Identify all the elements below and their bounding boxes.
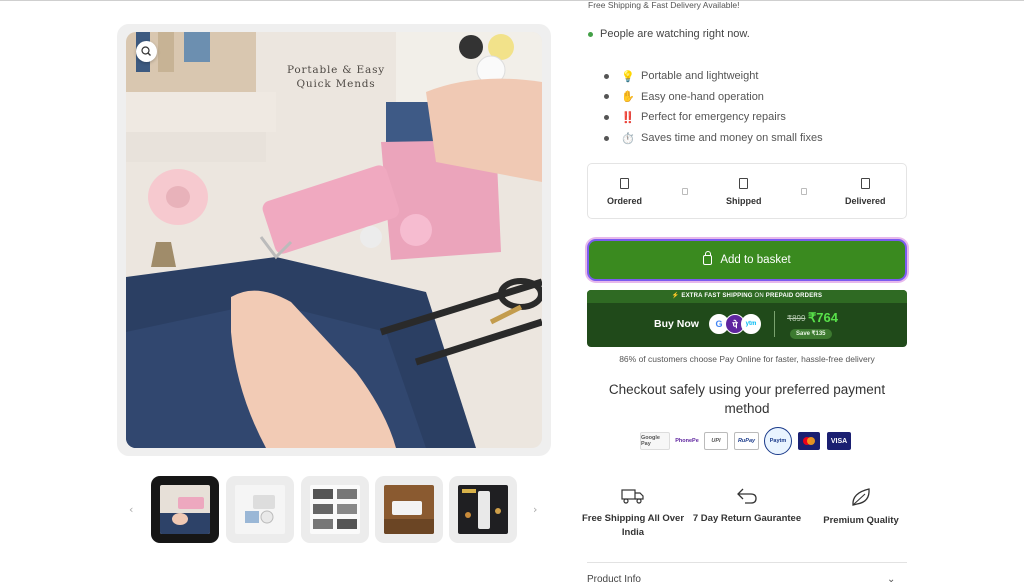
stopwatch-icon: ⏱️ [621,132,635,145]
product-info-toggle[interactable]: Product Info [587,574,641,585]
step-label: Delivered [845,196,886,206]
chevron-down-icon[interactable]: ⌄ [887,574,895,585]
leaf-icon [852,488,870,506]
shopping-bag-icon [703,251,713,265]
top-divider [0,0,1024,1]
price-divider [774,311,775,337]
step-delivered: Delivered [845,178,886,206]
pay-online-note: 86% of customers choose Pay Online for f… [619,354,875,364]
step-ordered: Ordered [607,178,642,206]
save-badge: Save ₹135 [790,329,832,339]
trust-text: 7 Day Return Gaurantee [692,513,802,524]
thumbnail-5[interactable] [449,476,517,543]
bullet-icon [604,114,609,120]
feature-item: ✋ Easy one-hand operation [604,87,823,108]
order-tracker: Ordered Shipped Delivered [587,163,907,219]
feature-item: ‼️ Perfect for emergency repairs [604,107,823,128]
step-separator-icon [682,188,688,195]
caption-line-2: Quick Mends [296,78,376,90]
feature-text: Perfect for emergency repairs [641,111,786,124]
zoom-icon [141,46,151,56]
ordered-icon [620,178,629,189]
trust-text: Premium Quality [823,515,899,526]
visa-logo: VISA [827,432,851,450]
bulb-icon: 💡 [621,70,635,83]
bullet-icon [604,94,609,100]
bullet-icon [604,135,609,141]
shipping-notice: Free Shipping & Fast Delivery Available! [588,0,740,10]
thumbnail-4[interactable] [375,476,443,543]
step-separator-icon [801,188,807,195]
thumb-next-icon[interactable]: › [533,503,537,516]
feature-list: 💡 Portable and lightweight ✋ Easy one-hand… [604,66,823,148]
buy-now-button[interactable]: ⚡ EXTRA FAST SHIPPING ON PREPAID ORDERS … [587,290,907,347]
step-label: Ordered [607,196,643,206]
bullet-icon [604,73,609,79]
image-caption: Portable & Easy Quick Mends [282,63,390,91]
rupay-logo: RuPay [734,432,759,450]
watching-text: People are watching right now. [600,28,750,40]
exclamation-icon: ‼️ [621,111,635,124]
trust-badge-quality: Premium Quality [806,487,916,528]
thumb-prev-icon[interactable]: ‹ [129,503,133,516]
paytm-icon: ytm [741,314,761,334]
step-label: Shipped [726,196,762,206]
paytm-logo: Paytm [764,427,792,455]
caption-line-1: Portable & Easy [286,64,386,76]
return-icon [737,488,757,504]
feature-item: 💡 Portable and lightweight [604,66,823,87]
feature-item: ⏱️ Saves time and money on small fixes [604,128,823,149]
step-shipped: Shipped [726,178,762,206]
google-pay-logo: Google Pay [640,432,670,450]
hand-icon: ✋ [621,91,635,104]
thumbnail-2[interactable] [226,476,294,543]
thumbnail-1[interactable] [151,476,219,543]
buy-now-label: Buy Now [654,318,699,330]
watching-indicator: People are watching right now. [588,28,750,40]
thumbnail-3[interactable] [301,476,369,543]
payment-methods: Google Pay PhonePe UPI RuPay Paytm VISA [640,427,854,455]
section-divider [587,562,907,563]
banner-suffix: PREPAID ORDERS [765,293,823,299]
mastercard-logo [798,432,820,450]
trust-text: Free Shipping All Over India [581,513,685,538]
truck-icon [621,489,644,504]
delivered-icon [860,178,870,189]
phonepe-logo: PhonePe [675,438,699,444]
trust-badge-shipping: Free Shipping All Over India [578,487,688,540]
add-to-basket-button[interactable]: Add to basket [587,239,907,281]
feature-text: Easy one-hand operation [641,90,764,103]
add-to-basket-label: Add to basket [720,254,791,266]
trust-badge-return: 7 Day Return Gaurantee [692,487,802,526]
old-price: ₹899 [787,314,806,323]
zoom-button[interactable] [136,41,157,62]
checkout-heading: Checkout safely using your preferred pay… [608,382,886,416]
feature-text: Portable and lightweight [641,70,759,83]
banner-shipping: SHIPPING [722,293,753,299]
prepaid-banner: ⚡ EXTRA FAST SHIPPING ON PREPAID ORDERS [587,290,907,303]
feature-text: Saves time and money on small fixes [641,132,823,145]
product-main-image[interactable] [126,32,542,448]
shipped-icon [739,178,749,189]
upi-logo: UPI [704,432,728,450]
banner-prefix: ⚡ EXTRA FAST [671,293,723,299]
new-price: ₹764 [808,310,838,325]
banner-on: ON [752,293,766,299]
live-dot-icon [588,31,593,37]
